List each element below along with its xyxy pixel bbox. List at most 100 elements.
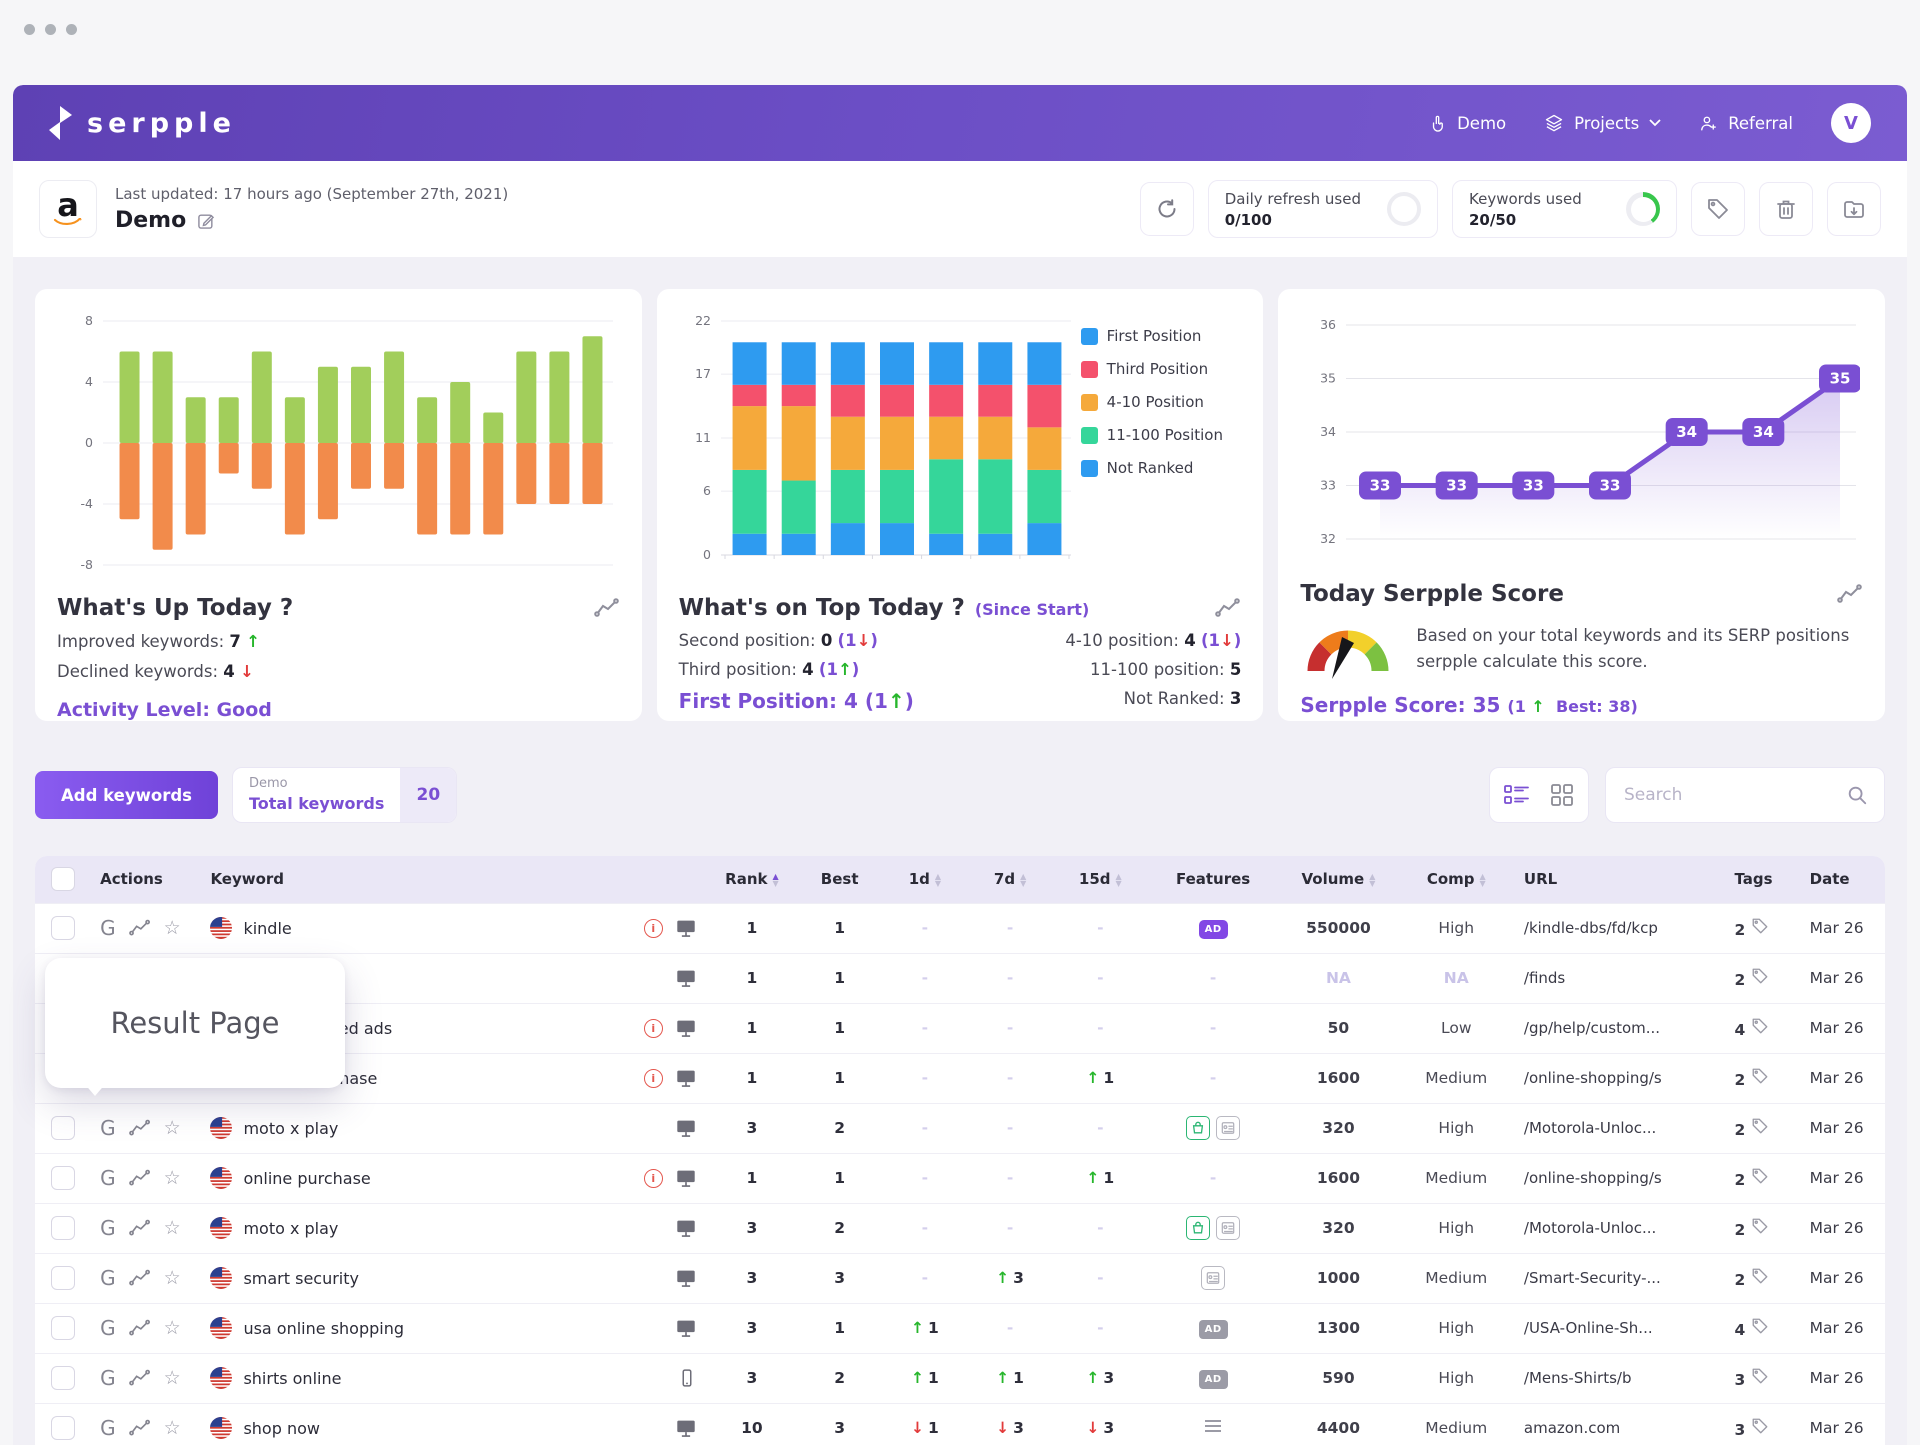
tag-icon[interactable] — [1751, 1417, 1769, 1435]
star-icon[interactable]: ☆ — [164, 1217, 181, 1239]
google-icon[interactable]: G — [100, 1316, 116, 1340]
desktop-icon[interactable] — [675, 1067, 697, 1089]
keyword-chart-icon[interactable] — [129, 1419, 151, 1437]
desktop-icon[interactable] — [675, 1217, 697, 1239]
window-dot[interactable] — [45, 24, 56, 35]
star-icon[interactable]: ☆ — [164, 1117, 181, 1139]
star-icon[interactable]: ☆ — [164, 1167, 181, 1189]
info-icon[interactable]: i — [644, 1069, 663, 1088]
desktop-icon[interactable] — [675, 1317, 697, 1339]
user-avatar[interactable]: V — [1831, 103, 1871, 143]
star-icon[interactable]: ☆ — [164, 1417, 181, 1439]
window-dot[interactable] — [66, 24, 77, 35]
row-checkbox[interactable] — [51, 1116, 75, 1140]
row-checkbox[interactable] — [51, 1316, 75, 1340]
sparkline-icon[interactable] — [594, 598, 620, 618]
google-icon[interactable]: G — [100, 1216, 116, 1240]
tag-icon[interactable] — [1751, 1067, 1769, 1085]
tag-icon[interactable] — [1751, 1017, 1769, 1035]
info-icon[interactable]: i — [644, 919, 663, 938]
search-icon[interactable] — [1846, 784, 1868, 806]
sort-icon[interactable]: ▲▼ — [1480, 873, 1486, 887]
star-icon[interactable]: ☆ — [164, 1367, 181, 1389]
column-header-d1[interactable]: 1d▲▼ — [882, 856, 967, 903]
sparkline-icon[interactable] — [1837, 584, 1863, 604]
keyword-text[interactable]: shop now — [243, 1419, 320, 1438]
column-header-d15[interactable]: 15d▲▼ — [1053, 856, 1148, 903]
keyword-text[interactable]: online purchase — [243, 1169, 370, 1188]
refresh-button[interactable] — [1140, 182, 1194, 236]
move-to-folder-button[interactable] — [1827, 182, 1881, 236]
tags-button[interactable] — [1691, 182, 1745, 236]
column-header-comp[interactable]: Comp▲▼ — [1399, 856, 1514, 903]
url-value[interactable]: /finds — [1524, 969, 1565, 987]
google-icon[interactable]: G — [100, 1116, 116, 1140]
url-value[interactable]: amazon.com — [1524, 1419, 1620, 1437]
add-keywords-button[interactable]: Add keywords — [35, 771, 218, 819]
google-icon[interactable]: G — [100, 1416, 116, 1440]
row-checkbox[interactable] — [51, 1366, 75, 1390]
grid-view-icon[interactable] — [1550, 783, 1574, 807]
sparkline-icon[interactable] — [1215, 598, 1241, 618]
desktop-icon[interactable] — [675, 1417, 697, 1439]
column-header-rank[interactable]: Rank▲▼ — [707, 856, 797, 903]
desktop-icon[interactable] — [675, 967, 697, 989]
desktop-icon[interactable] — [675, 1267, 697, 1289]
mobile-icon[interactable] — [677, 1367, 697, 1389]
keyword-chart-icon[interactable] — [129, 1169, 151, 1187]
window-dot[interactable] — [24, 24, 35, 35]
keyword-text[interactable]: usa online shopping — [243, 1319, 404, 1338]
keyword-chart-icon[interactable] — [129, 1269, 151, 1287]
star-icon[interactable]: ☆ — [164, 1267, 181, 1289]
sort-icon[interactable]: ▲▼ — [935, 873, 941, 887]
url-value[interactable]: /Mens-Shirts/b — [1524, 1369, 1632, 1387]
keyword-chart-icon[interactable] — [129, 1319, 151, 1337]
sort-icon[interactable]: ▲▼ — [1020, 873, 1026, 887]
tag-icon[interactable] — [1751, 1367, 1769, 1385]
url-value[interactable]: /kindle-dbs/fd/kcp — [1524, 919, 1658, 937]
row-checkbox[interactable] — [51, 1416, 75, 1440]
sort-icon[interactable]: ▲▼ — [1369, 873, 1375, 887]
google-icon[interactable]: G — [100, 1266, 116, 1290]
brand-logo[interactable]: serpple — [49, 106, 236, 140]
tag-icon[interactable] — [1751, 1267, 1769, 1285]
url-value[interactable]: /Motorola-Unloc... — [1524, 1219, 1656, 1237]
star-icon[interactable]: ☆ — [164, 1317, 181, 1339]
tag-icon[interactable] — [1751, 1217, 1769, 1235]
google-icon[interactable]: G — [100, 916, 116, 940]
desktop-icon[interactable] — [675, 1167, 697, 1189]
google-icon[interactable]: G — [100, 1166, 116, 1190]
info-icon[interactable]: i — [644, 1019, 663, 1038]
delete-button[interactable] — [1759, 182, 1813, 236]
desktop-icon[interactable] — [675, 917, 697, 939]
sort-icon[interactable]: ▲▼ — [773, 873, 779, 887]
tag-icon[interactable] — [1751, 1167, 1769, 1185]
desktop-icon[interactable] — [675, 1017, 697, 1039]
select-all-checkbox-header[interactable] — [35, 856, 90, 903]
info-icon[interactable]: i — [644, 1169, 663, 1188]
keyword-text[interactable]: kindle — [243, 919, 291, 938]
list-view-icon[interactable] — [1504, 784, 1530, 806]
column-header-volume[interactable]: Volume▲▼ — [1278, 856, 1398, 903]
url-value[interactable]: /gp/help/custom... — [1524, 1019, 1660, 1037]
desktop-icon[interactable] — [675, 1117, 697, 1139]
keyword-text[interactable]: moto x play — [243, 1119, 338, 1138]
keyword-chart-icon[interactable] — [129, 1369, 151, 1387]
keyword-chart-icon[interactable] — [129, 919, 151, 937]
nav-item-demo[interactable]: Demo — [1428, 114, 1506, 133]
nav-item-referral[interactable]: Referral — [1699, 114, 1793, 133]
column-header-d7[interactable]: 7d▲▼ — [967, 856, 1052, 903]
sort-icon[interactable]: ▲▼ — [1116, 873, 1122, 887]
keyword-text[interactable]: moto x play — [243, 1219, 338, 1238]
tag-icon[interactable] — [1751, 1317, 1769, 1335]
url-value[interactable]: /Smart-Security-... — [1524, 1269, 1661, 1287]
tag-icon[interactable] — [1751, 967, 1769, 985]
tag-icon[interactable] — [1751, 1117, 1769, 1135]
keyword-text[interactable]: shirts online — [243, 1369, 341, 1388]
row-checkbox[interactable] — [51, 1216, 75, 1240]
url-value[interactable]: /online-shopping/s — [1524, 1169, 1662, 1187]
url-value[interactable]: /USA-Online-Sh... — [1524, 1319, 1653, 1337]
google-icon[interactable]: G — [100, 1366, 116, 1390]
row-checkbox[interactable] — [51, 916, 75, 940]
url-value[interactable]: /online-shopping/s — [1524, 1069, 1662, 1087]
